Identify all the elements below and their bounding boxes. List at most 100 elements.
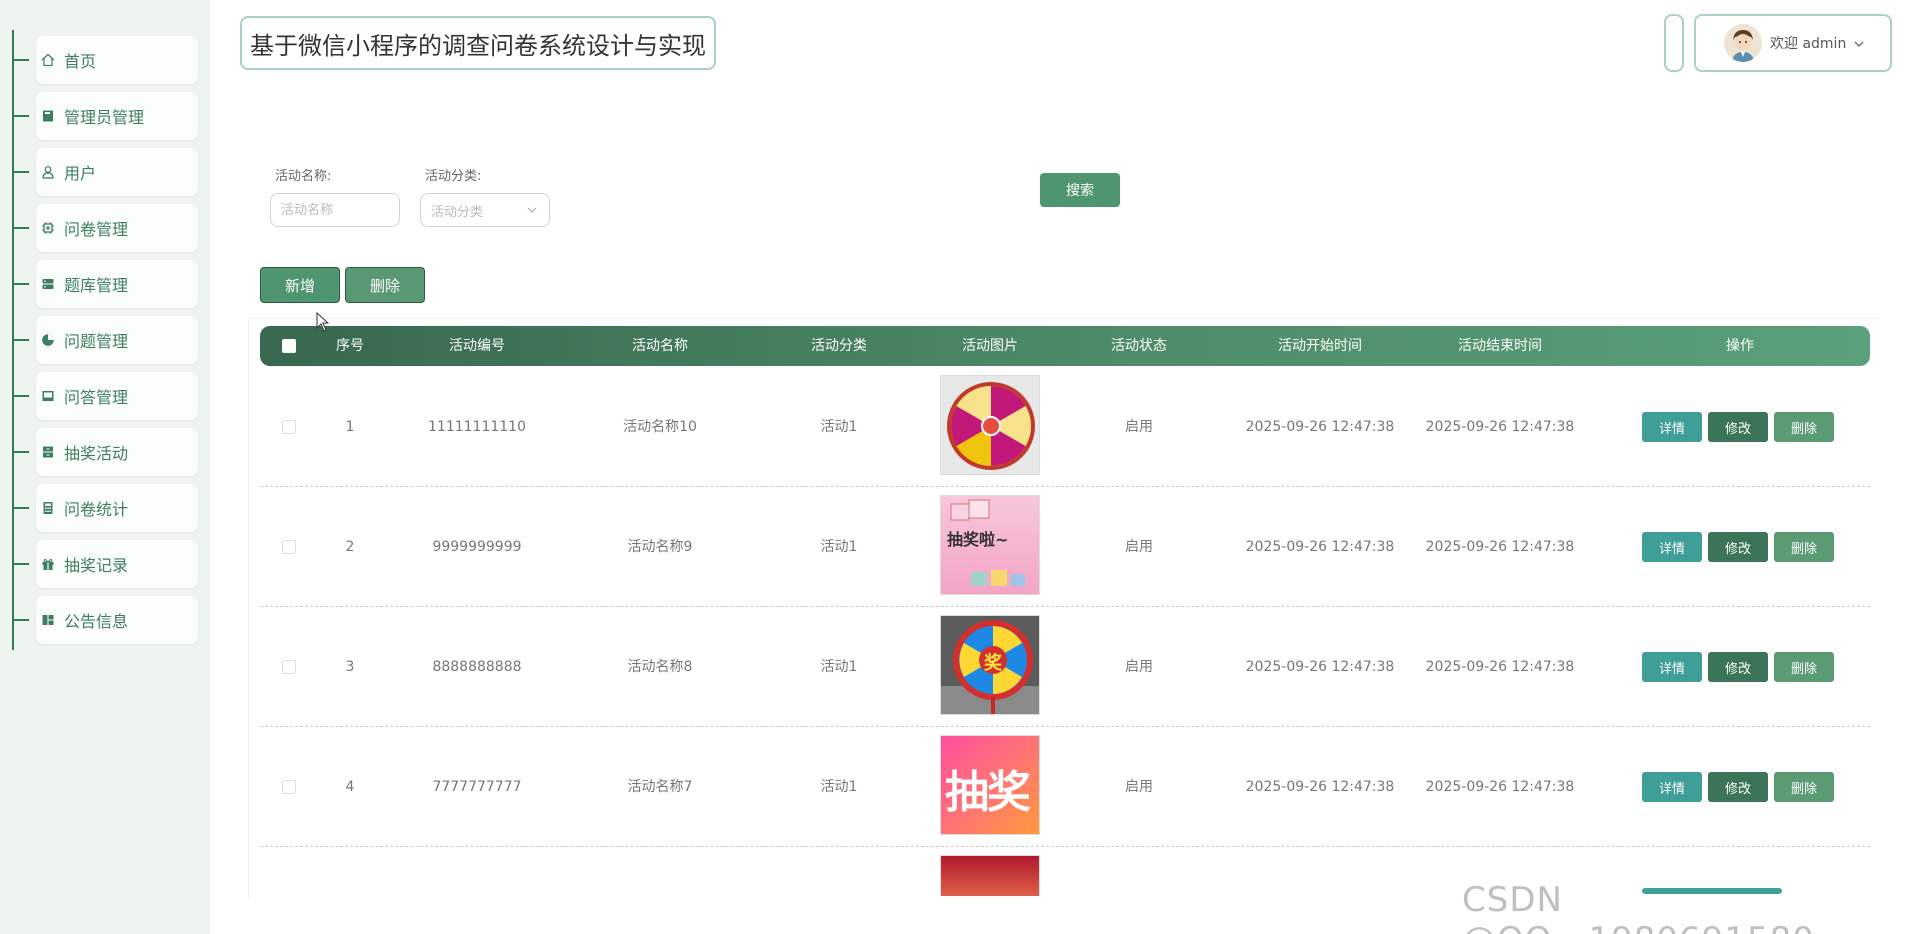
- pie-icon: [40, 332, 56, 348]
- row-checkbox[interactable]: [282, 780, 296, 794]
- table-row: 1 11111111110 活动名称10 活动1 启用 2025-09-26 1…: [260, 367, 1870, 487]
- cell-name: 活动名称8: [627, 659, 693, 675]
- activity-image-partial[interactable]: [940, 855, 1040, 896]
- cell-end-time: 2025-09-26 12:47:38: [1425, 539, 1575, 555]
- sidebar-tick: [13, 563, 29, 565]
- sidebar-item[interactable]: 管理员管理: [13, 92, 198, 140]
- detail-button[interactable]: 详情: [1642, 532, 1702, 562]
- cell-index: 1: [345, 419, 355, 435]
- cell-category: 活动1: [820, 779, 858, 795]
- sidebar-item-label: 问答管理: [64, 388, 129, 407]
- edit-button[interactable]: 修改: [1708, 772, 1768, 802]
- cell-category: 活动1: [820, 539, 858, 555]
- activity-image-lottery-banner[interactable]: 抽奖啦~: [940, 495, 1040, 595]
- column-header: 活动结束时间: [1458, 338, 1542, 354]
- sidebar-item[interactable]: 问卷统计: [13, 484, 198, 532]
- detail-button[interactable]: 详情: [1642, 412, 1702, 442]
- cell-name: 活动名称10: [623, 419, 697, 435]
- activity-image-prize-wheel[interactable]: [940, 375, 1040, 475]
- cell-status: 启用: [1125, 419, 1153, 435]
- user-menu[interactable]: 欢迎 admin: [1694, 14, 1892, 72]
- calculator-icon: [40, 500, 56, 516]
- sidebar-item[interactable]: 首页: [13, 36, 198, 84]
- sidebar-item[interactable]: 公告信息: [13, 596, 198, 644]
- sidebar-item[interactable]: 问答管理: [13, 372, 198, 420]
- cell-category: 活动1: [820, 659, 858, 675]
- cell-end-time: 2025-09-26 12:47:38: [1425, 419, 1575, 435]
- column-header: 序号: [336, 338, 364, 354]
- sidebar-item[interactable]: 抽奖记录: [13, 540, 198, 588]
- header-toggle-button[interactable]: [1664, 14, 1684, 72]
- delete-button[interactable]: 删除: [1774, 532, 1834, 562]
- sidebar-item[interactable]: 问题管理: [13, 316, 198, 364]
- page-title: 基于微信小程序的调查问卷系统设计与实现: [250, 31, 706, 60]
- gift-icon: [40, 556, 56, 572]
- activity-image-lottery-text[interactable]: 抽奖: [940, 735, 1040, 835]
- sidebar-item-label: 首页: [64, 52, 97, 71]
- activity-category-select[interactable]: 活动分类: [420, 193, 550, 227]
- cell-category: 活动1: [820, 419, 858, 435]
- activity-name-input[interactable]: [270, 193, 400, 227]
- activity-name-label: 活动名称:: [275, 169, 332, 184]
- batch-delete-button[interactable]: 删除: [345, 267, 425, 303]
- wheel-center-text: 奖: [984, 653, 1002, 674]
- sidebar-tick: [13, 619, 29, 621]
- sidebar-item-label: 问卷管理: [64, 220, 129, 239]
- cell-name: 活动名称9: [627, 539, 693, 555]
- edit-button[interactable]: 修改: [1708, 412, 1768, 442]
- search-button[interactable]: 搜索: [1040, 173, 1120, 207]
- column-header: 活动图片: [962, 338, 1018, 354]
- edit-button[interactable]: 修改: [1708, 532, 1768, 562]
- cell-status: 启用: [1125, 659, 1153, 675]
- chevron-down-icon: [527, 204, 537, 219]
- book-icon: [40, 108, 56, 124]
- server-icon: [40, 276, 56, 292]
- cell-index: 4: [345, 779, 355, 795]
- cell-index: 2: [345, 539, 355, 555]
- avatar: [1724, 24, 1762, 62]
- sidebar-item-label: 管理员管理: [64, 108, 145, 127]
- cell-status: 启用: [1125, 779, 1153, 795]
- activity-image-wheel-photo[interactable]: 奖: [940, 615, 1040, 715]
- column-header: 活动分类: [811, 338, 867, 354]
- sidebar-item[interactable]: 用户: [13, 148, 198, 196]
- sidebar-tick: [13, 171, 29, 173]
- edit-button[interactable]: 修改: [1708, 652, 1768, 682]
- drawer-icon: [40, 444, 56, 460]
- cell-start-time: 2025-09-26 12:47:38: [1245, 779, 1395, 795]
- row-checkbox[interactable]: [282, 660, 296, 674]
- sidebar-item[interactable]: 抽奖活动: [13, 428, 198, 476]
- table-row: 4 7777777777 活动名称7 活动1 抽奖 启用 2025-09-26 …: [260, 727, 1870, 847]
- sidebar-tick: [13, 227, 29, 229]
- sidebar-item[interactable]: 题库管理: [13, 260, 198, 308]
- sidebar-item[interactable]: 问卷管理: [13, 204, 198, 252]
- column-header: 活动名称: [632, 338, 688, 354]
- table-row: 2 9999999999 活动名称9 活动1 抽奖啦~ 启用 2025-09-2…: [260, 487, 1870, 607]
- cell-code: 11111111110: [428, 419, 526, 435]
- row-checkbox[interactable]: [282, 540, 296, 554]
- detail-button[interactable]: 详情: [1642, 652, 1702, 682]
- tray-icon: [40, 388, 56, 404]
- cell-start-time: 2025-09-26 12:47:38: [1245, 659, 1395, 675]
- sidebar-tick: [13, 59, 29, 61]
- delete-button[interactable]: 删除: [1774, 772, 1834, 802]
- lottery-big-text: 抽奖: [945, 767, 1031, 818]
- sidebar-tick: [13, 339, 29, 341]
- cell-start-time: 2025-09-26 12:47:38: [1245, 539, 1395, 555]
- row-checkbox[interactable]: [282, 420, 296, 434]
- column-header: 活动开始时间: [1278, 338, 1362, 354]
- sidebar: 首页管理员管理用户问卷管理题库管理问题管理问答管理抽奖活动问卷统计抽奖记录公告信…: [0, 0, 210, 934]
- select-all-checkbox[interactable]: [282, 339, 296, 353]
- chip-icon: [40, 220, 56, 236]
- add-button[interactable]: 新增: [260, 267, 340, 303]
- sidebar-item-label: 问题管理: [64, 332, 129, 351]
- detail-button[interactable]: 详情: [1642, 772, 1702, 802]
- chevron-down-icon: [1854, 34, 1864, 53]
- delete-button[interactable]: 删除: [1774, 412, 1834, 442]
- cell-status: 启用: [1125, 539, 1153, 555]
- cell-code: 9999999999: [432, 539, 522, 555]
- delete-button[interactable]: 删除: [1774, 652, 1834, 682]
- user-icon: [40, 164, 56, 180]
- activity-category-label: 活动分类:: [425, 169, 482, 184]
- cell-start-time: 2025-09-26 12:47:38: [1245, 419, 1395, 435]
